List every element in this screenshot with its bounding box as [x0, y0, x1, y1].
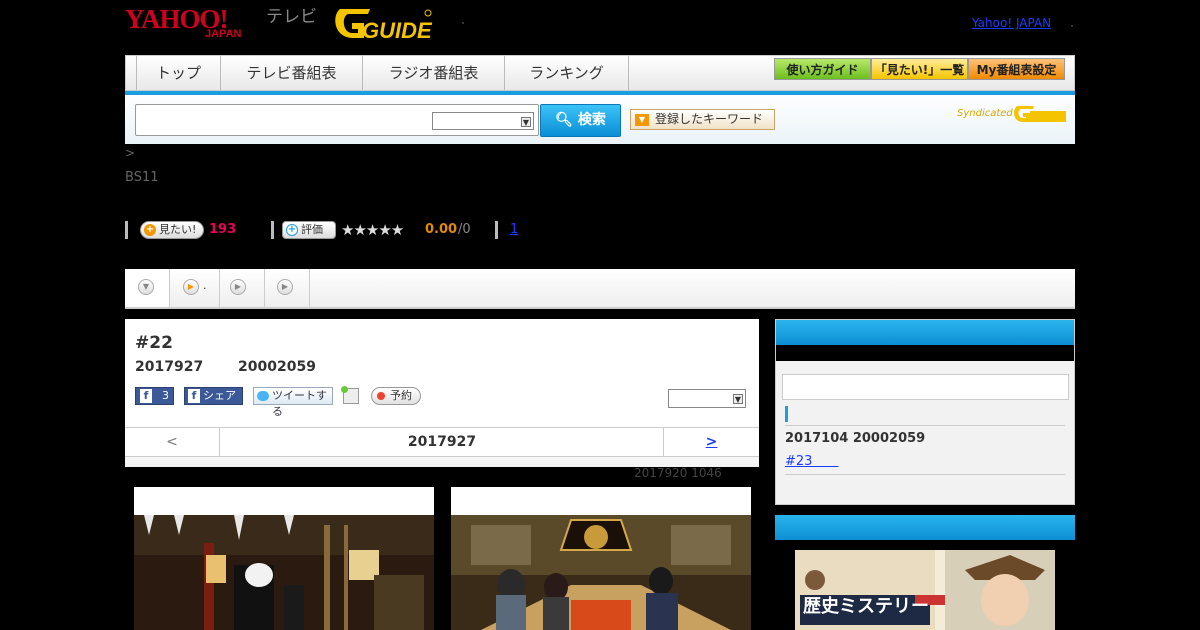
want-label: 見たい! [159, 223, 197, 236]
pager-current-date: 2017927 [407, 434, 477, 450]
divider-dot [1071, 25, 1073, 27]
facebook-like-count: 3 [162, 389, 169, 402]
facebook-like-button[interactable]: f 3 [135, 387, 174, 405]
reserve-label: 予約 [390, 389, 412, 402]
tab-1[interactable]: ▼ [125, 269, 170, 307]
channel-name: BS11 [125, 170, 159, 185]
plus-icon: + [144, 224, 156, 236]
promo-banner[interactable]: 歴史ミステリー [795, 550, 1055, 630]
saved-keywords-label: 登録したキーワード [655, 112, 764, 126]
yahoo-japan-link[interactable]: Yahoo! JAPAN [972, 15, 1051, 31]
reserve-button[interactable]: 予約 [371, 387, 421, 405]
sidebar-field[interactable] [782, 374, 1069, 400]
twitter-bird-icon [257, 391, 269, 401]
want-button[interactable]: + 見たい! [140, 221, 204, 239]
broadcast-time: 20002059 [238, 359, 316, 375]
updated-timestamp: 2017920 1046 [634, 466, 722, 480]
section-marker [785, 406, 788, 422]
saved-keywords-button[interactable]: ▼ 登録したキーワード [630, 109, 775, 130]
rating-stars: ★★★★★ [341, 221, 404, 239]
nav-tab-radio-listings[interactable]: ラジオ番組表 [363, 56, 505, 90]
program-select[interactable]: ▼ [668, 389, 746, 408]
divider [271, 221, 274, 239]
promo-header [775, 515, 1075, 540]
rating-count: /0 [458, 222, 471, 237]
syndicated-label: Syndicated [957, 108, 1013, 119]
want-count: 193 [209, 222, 237, 237]
facebook-share-button[interactable]: f シェア [184, 387, 243, 405]
program-image-2[interactable] [451, 487, 751, 630]
facebook-share-label: シェア [203, 389, 236, 402]
chevron-down-icon: ▼ [138, 279, 154, 295]
nav-tab-top[interactable]: トップ [136, 56, 221, 90]
promo-banner-title: 歴史ミステリー [803, 596, 929, 617]
program-image-1[interactable] [134, 487, 434, 630]
next-episode-date: 2017104 20002059 [785, 431, 926, 446]
yahoo-logo-sub: JAPAN [205, 28, 242, 40]
panel-header [776, 320, 1074, 345]
facebook-icon: f [188, 389, 200, 403]
tab-2-suffix: . [203, 279, 207, 292]
gguide-logo-text: GUIDE [362, 18, 433, 43]
rating-score: 0.00 [425, 222, 458, 237]
my-listings-settings-button[interactable]: My番組表設定 [968, 58, 1065, 80]
next-button[interactable]: > [663, 428, 759, 456]
guide-button[interactable]: 使い方ガイド [774, 58, 871, 80]
promo-panel: 歴史ミステリー [775, 515, 1075, 630]
nav-tab-ranking[interactable]: ランキング [505, 56, 629, 90]
search-category-select[interactable]: ▼ [432, 112, 534, 130]
rate-label: 評価 [301, 223, 323, 236]
tweet-button[interactable]: ツイートする [253, 387, 333, 418]
divider [125, 221, 128, 239]
record-icon [377, 392, 385, 400]
nav-tab-tv-listings[interactable]: テレビ番組表 [221, 56, 363, 90]
divider [785, 425, 1065, 426]
divider-dot [462, 22, 464, 24]
chevron-down-icon: ▼ [521, 117, 531, 127]
program-detail-panel: #22 2017927 20002059 f 3 f シェア ツイートする 予約… [125, 319, 759, 467]
next-episode-panel: 2017104 20002059 #23 [775, 319, 1075, 505]
yahoo-japan-logo[interactable]: YAHOO! JAPAN [125, 4, 263, 40]
tab-2[interactable]: ▶ . [170, 269, 220, 307]
want-list-button[interactable]: 「見たい!」一覧 [871, 58, 968, 80]
next-episode-link[interactable]: #23 [785, 450, 838, 469]
divider [495, 221, 498, 239]
date-pager: < 2017927 > [125, 427, 759, 457]
facebook-icon: f [140, 389, 152, 403]
chevron-down-icon: ▼ [733, 394, 743, 404]
add-calendar-icon[interactable] [341, 386, 359, 404]
tab-4[interactable]: ▶ [265, 269, 310, 307]
review-count-link[interactable]: 1 [510, 222, 518, 237]
tab-3[interactable]: ▶ [220, 269, 265, 307]
search-button[interactable]: 🔍︎ 検索 [540, 104, 621, 137]
gguide-small-logo [1014, 106, 1066, 122]
rate-button[interactable]: + 評価 [282, 221, 336, 239]
gguide-logo[interactable]: GUIDE [334, 5, 434, 43]
episode-title: #22 [135, 333, 173, 353]
prev-button[interactable]: < [125, 428, 220, 456]
broadcast-date: 2017927 [135, 359, 204, 375]
tv-label: テレビ [266, 7, 317, 27]
program-tabs: ▼ ▶ . ▶ ▶ [125, 269, 1075, 309]
search-button-label: 検索 [577, 112, 606, 128]
breadcrumb[interactable]: > [125, 146, 135, 160]
play-icon: ▶ [277, 279, 293, 295]
tweet-label: ツイートする [272, 389, 327, 418]
search-icon: 🔍︎ [555, 112, 573, 128]
search-bar: ▼ 🔍︎ 検索 ▼ 登録したキーワード Syndicated [125, 95, 1075, 144]
play-icon: ▶ [183, 279, 199, 295]
play-icon: ▶ [230, 279, 246, 295]
plus-icon: + [286, 224, 298, 236]
global-nav: トップ テレビ番組表 ラジオ番組表 ランキング 使い方ガイド 「見たい!」一覧 … [125, 55, 1075, 91]
panel-subheader [776, 345, 1074, 361]
divider [785, 474, 1065, 475]
dropdown-arrow-icon: ▼ [635, 114, 649, 126]
